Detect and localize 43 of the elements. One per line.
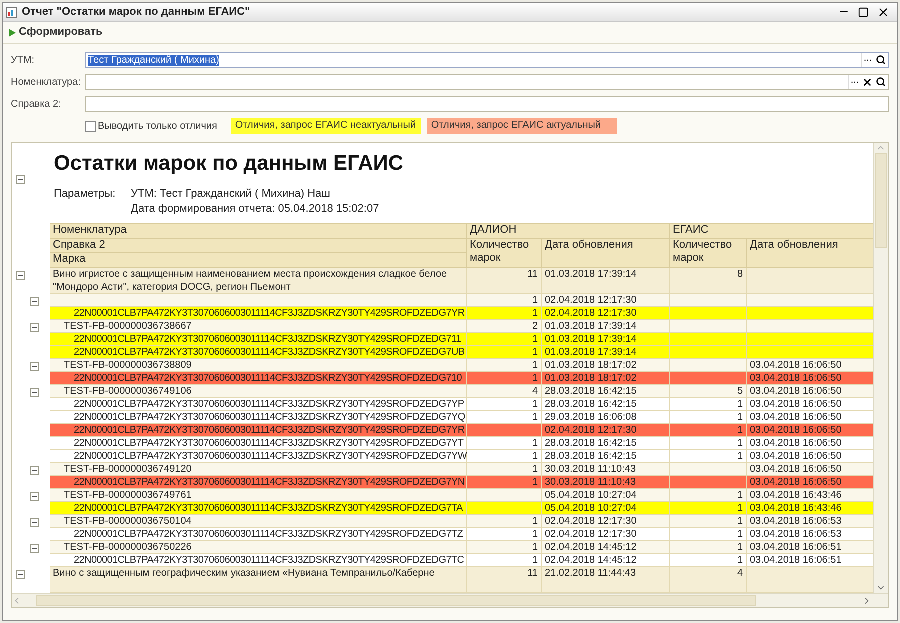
- column-group-header: ДАЛИОН: [467, 224, 670, 239]
- collapse-icon[interactable]: [16, 271, 25, 280]
- select-button[interactable]: ...: [848, 75, 861, 89]
- collapse-icon[interactable]: [30, 362, 39, 371]
- input-field[interactable]: ...: [85, 74, 889, 90]
- input-field[interactable]: Тест Гражданский ( Михина) ...: [85, 52, 889, 68]
- close-icon[interactable]: [877, 6, 890, 18]
- select-button[interactable]: ...: [861, 53, 874, 67]
- collapse-icon[interactable]: [30, 323, 39, 332]
- collapse-icon[interactable]: [30, 544, 39, 553]
- vertical-scrollbar[interactable]: [873, 143, 888, 593]
- input-field[interactable]: [85, 96, 889, 112]
- clear-icon[interactable]: [862, 76, 873, 88]
- collapse-icon[interactable]: [30, 492, 39, 501]
- search-icon[interactable]: [876, 55, 886, 65]
- collapse-icon[interactable]: [30, 518, 39, 527]
- parameter-text: Дата формирования отчета: 05.04.2018 15:02:07: [131, 202, 380, 217]
- report-title: Остатки марок по данным ЕГАИС: [54, 151, 404, 177]
- legend-swatch: Отличия, запрос ЕГАИС неактуальный: [231, 118, 422, 134]
- parameters-label: Параметры:: [54, 187, 117, 202]
- collapse-icon[interactable]: [30, 297, 39, 306]
- play-icon: [9, 28, 16, 36]
- search-icon[interactable]: [876, 77, 886, 87]
- checkbox[interactable]: [85, 120, 96, 132]
- collapse-icon[interactable]: [30, 466, 39, 475]
- field-label: Номенклатура:: [11, 76, 82, 90]
- legend-swatch: Отличия, запрос ЕГАИС актуальный: [427, 118, 618, 134]
- column-header: Справка 2: [50, 239, 467, 253]
- report-icon: [6, 6, 17, 18]
- column-header: Номенклатура: [50, 224, 467, 239]
- scroll-thumb[interactable]: [36, 595, 756, 606]
- scroll-thumb[interactable]: [875, 153, 887, 248]
- checkbox-label: Выводить только отличия: [98, 120, 218, 134]
- field-label: УТМ:: [11, 54, 36, 68]
- collapse-icon[interactable]: [30, 388, 39, 397]
- window-title: Отчет "Остатки марок по данным ЕГАИС": [22, 4, 250, 20]
- collapse-icon[interactable]: [16, 570, 25, 579]
- collapse-icon[interactable]: [16, 175, 25, 184]
- parameter-text: УТМ: Тест Гражданский ( Михина) Наш: [131, 187, 332, 202]
- generate-button[interactable]: Сформировать: [7, 24, 105, 41]
- field-label: Справка 2:: [11, 98, 62, 112]
- maximize-icon[interactable]: [858, 6, 869, 18]
- horizontal-scrollbar[interactable]: [12, 593, 888, 607]
